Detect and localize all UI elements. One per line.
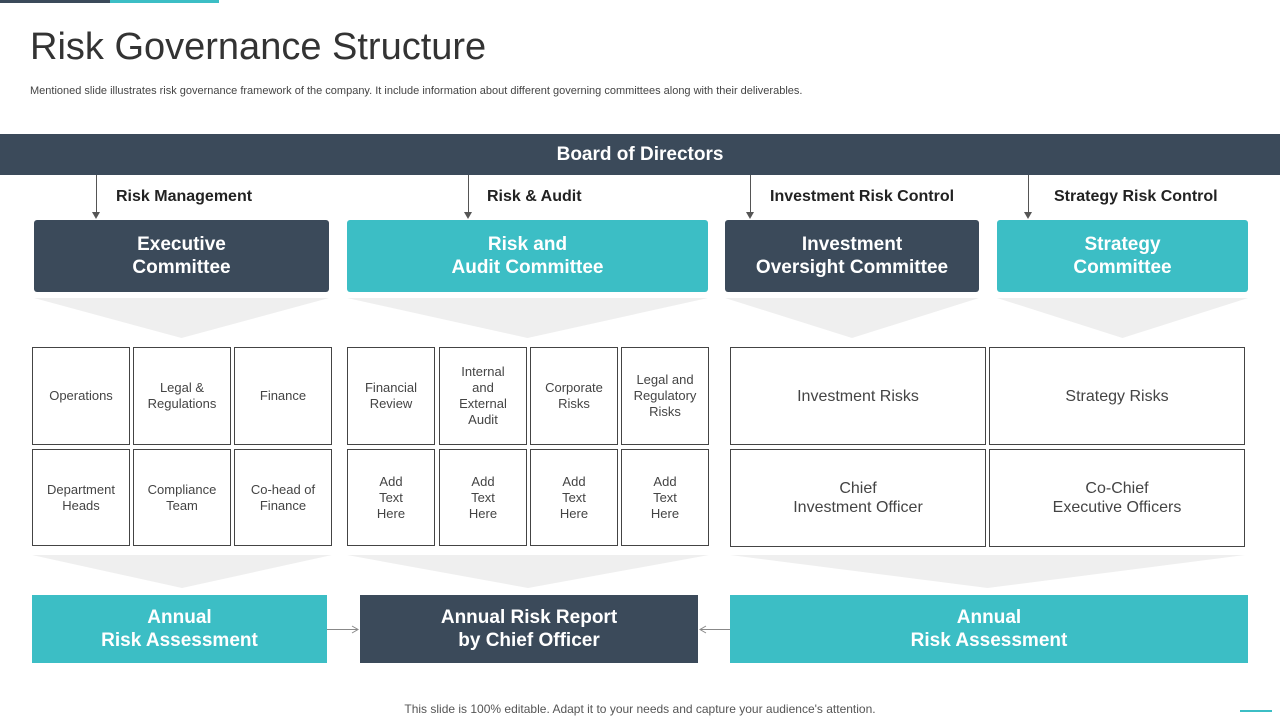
branch-label-risk-audit: Risk & Audit — [487, 188, 582, 205]
cell-add-text: Add Text Here — [530, 449, 618, 546]
risk-audit-committee-box: Risk and Audit Committee — [347, 220, 708, 292]
corner-accent — [1240, 710, 1272, 712]
connector-arrow — [468, 175, 469, 213]
branch-label-risk-management: Risk Management — [116, 188, 253, 205]
executive-committee-box: Executive Committee — [34, 220, 329, 292]
cell-compliance-team: Compliance Team — [133, 449, 231, 546]
cell-add-text: Add Text Here — [439, 449, 527, 546]
arrow-left-icon — [699, 625, 707, 634]
arrow-down-icon — [746, 212, 754, 219]
funnel-shape — [34, 298, 329, 338]
arrow-right-icon — [351, 625, 359, 634]
cell-add-text: Add Text Here — [621, 449, 709, 546]
annual-risk-report-box: Annual Risk Report by Chief Officer — [360, 595, 698, 663]
cell-chief-investment-officer: Chief Investment Officer — [730, 449, 986, 547]
cell-strategy-risks: Strategy Risks — [989, 347, 1245, 445]
cell-department-heads: Department Heads — [32, 449, 130, 546]
arrow-down-icon — [1024, 212, 1032, 219]
funnel-shape — [730, 555, 1245, 588]
cell-co-head-finance: Co-head of Finance — [234, 449, 332, 546]
branch-label-investment-risk-control: Investment Risk Control — [770, 188, 955, 205]
cell-investment-risks: Investment Risks — [730, 347, 986, 445]
branch-label-strategy-risk-control: Strategy Risk Control — [1054, 188, 1218, 205]
funnel-shape — [725, 298, 979, 338]
cell-legal-regulations: Legal & Regulations — [133, 347, 231, 445]
annual-risk-assessment-box-right: Annual Risk Assessment — [730, 595, 1248, 663]
strategy-committee-box: Strategy Committee — [997, 220, 1248, 292]
top-accent-bar-teal — [110, 0, 219, 3]
cell-internal-external-audit: Internal and External Audit — [439, 347, 527, 445]
funnel-shape — [347, 298, 708, 338]
connector-arrow — [750, 175, 751, 213]
connector-arrow — [1028, 175, 1029, 213]
top-accent-bar-dark — [0, 0, 110, 3]
funnel-shape — [347, 555, 709, 588]
funnel-shape — [997, 298, 1248, 338]
cell-add-text: Add Text Here — [347, 449, 435, 546]
arrow-down-icon — [464, 212, 472, 219]
funnel-shape — [32, 555, 332, 588]
board-of-directors-banner: Board of Directors — [0, 134, 1280, 175]
annual-risk-assessment-box-left: Annual Risk Assessment — [32, 595, 327, 663]
investment-oversight-committee-box: Investment Oversight Committee — [725, 220, 979, 292]
cell-operations: Operations — [32, 347, 130, 445]
arrow-down-icon — [92, 212, 100, 219]
page-title: Risk Governance Structure — [30, 26, 487, 68]
cell-co-chief-executive-officers: Co-Chief Executive Officers — [989, 449, 1245, 547]
cell-corporate-risks: Corporate Risks — [530, 347, 618, 445]
cell-legal-regulatory-risks: Legal and Regulatory Risks — [621, 347, 709, 445]
connector-arrow — [96, 175, 97, 213]
cell-finance: Finance — [234, 347, 332, 445]
page-subtitle: Mentioned slide illustrates risk governa… — [30, 85, 803, 97]
footer-note: This slide is 100% editable. Adapt it to… — [404, 702, 876, 716]
cell-financial-review: Financial Review — [347, 347, 435, 445]
